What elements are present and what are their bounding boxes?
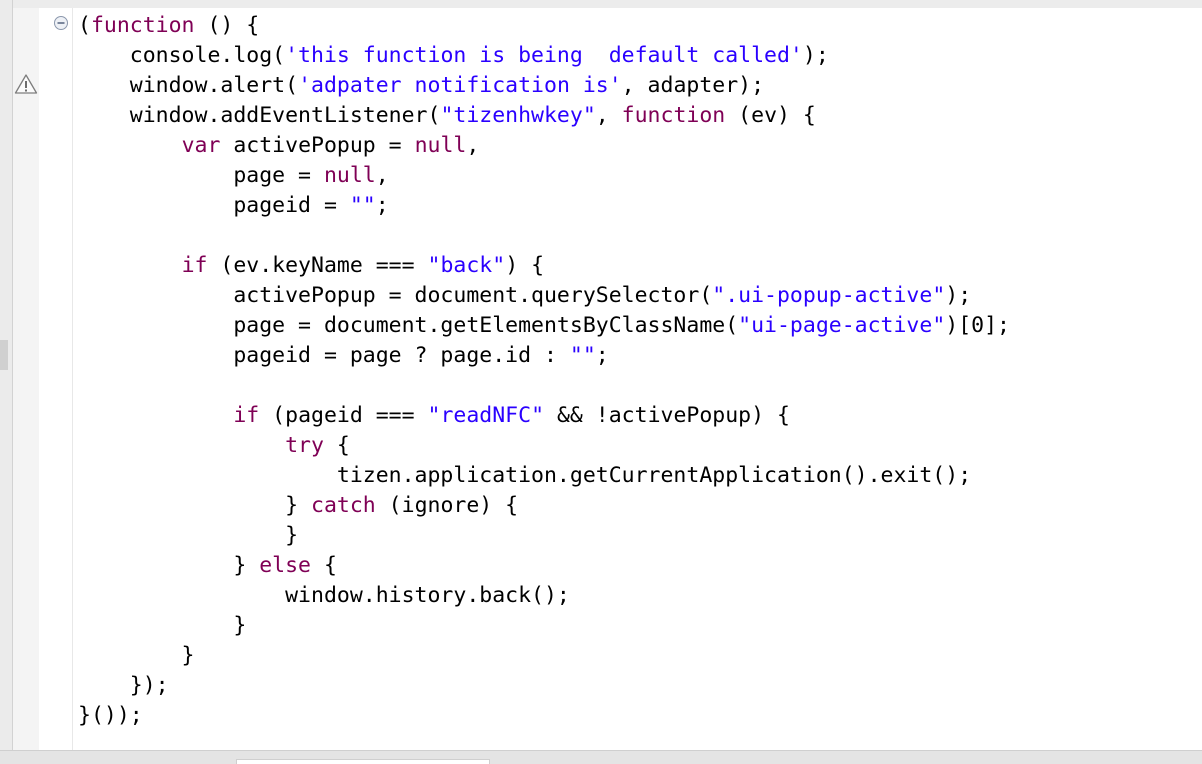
code-token: page = document.getElementsByClassName(: [78, 313, 739, 338]
code-line[interactable]: page = null,: [78, 161, 1010, 191]
code-line[interactable]: pageid = "";: [78, 191, 1010, 221]
code-line[interactable]: } catch (ignore) {: [78, 491, 1010, 521]
code-line[interactable]: [78, 371, 1010, 401]
code-line[interactable]: try {: [78, 431, 1010, 461]
code-line[interactable]: if (pageid === "readNFC" && !activePopup…: [78, 401, 1010, 431]
keyword-token: null: [414, 133, 467, 158]
code-line[interactable]: }());: [78, 701, 1010, 731]
fold-guide-line: [72, 8, 73, 750]
code-line[interactable]: console.log('this function is being defa…: [78, 41, 1010, 71]
string-token: 'adpater notification is': [298, 73, 622, 98]
bottom-panel-tab[interactable]: [236, 759, 490, 764]
code-token: (ignore) {: [375, 493, 519, 518]
code-token: }: [78, 553, 260, 578]
code-token: console.log(: [78, 43, 286, 68]
code-line[interactable]: if (ev.keyName === "back") {: [78, 251, 1010, 281]
keyword-token: catch: [311, 493, 376, 518]
code-token: ) {: [505, 253, 545, 278]
code-token: }: [78, 643, 195, 668]
code-token: ;: [595, 343, 609, 368]
string-token: "ui-page-active": [738, 313, 946, 338]
keyword-token: function: [90, 13, 195, 38]
code-line[interactable]: pageid = page ? page.id : "";: [78, 341, 1010, 371]
code-token: }());: [78, 703, 143, 728]
code-line[interactable]: var activePopup = null,: [78, 131, 1010, 161]
code-token: pageid = page ? page.id :: [78, 343, 570, 368]
code-line[interactable]: window.history.back();: [78, 581, 1010, 611]
string-token: "": [349, 193, 376, 218]
code-token: window.addEventListener(: [78, 103, 441, 128]
keyword-token: try: [285, 433, 324, 458]
code-token: );: [945, 283, 972, 308]
code-token: pageid =: [78, 193, 350, 218]
code-token: (ev.keyName ===: [207, 253, 428, 278]
keyword-token: else: [259, 553, 311, 578]
left-edge-marker: [0, 340, 8, 370]
code-token: )[0];: [945, 313, 1010, 338]
left-panel-edge: [0, 0, 13, 764]
code-line[interactable]: page = document.getElementsByClassName("…: [78, 311, 1010, 341]
code-token: {: [323, 433, 350, 458]
editor-top-border: [0, 0, 1202, 8]
string-token: ".ui-popup-active": [712, 283, 946, 308]
code-line[interactable]: } else {: [78, 551, 1010, 581]
code-token: tizen.application.getCurrentApplication(…: [78, 463, 972, 488]
code-token: window.history.back();: [78, 583, 570, 608]
code-editor-window: (function () { console.log('this functio…: [0, 0, 1202, 764]
string-token: "tizenhwkey": [440, 103, 596, 128]
code-token: });: [78, 673, 169, 698]
code-token: }: [78, 523, 299, 548]
keyword-token: var: [181, 133, 221, 158]
collapse-minus-icon[interactable]: [53, 15, 69, 31]
code-line[interactable]: activePopup = document.querySelector(".u…: [78, 281, 1010, 311]
code-token: ,: [375, 163, 389, 188]
code-line[interactable]: [78, 221, 1010, 251]
code-line[interactable]: }: [78, 641, 1010, 671]
code-token: activePopup = document.querySelector(: [78, 283, 713, 308]
code-token: page =: [78, 163, 324, 188]
string-token: "back": [427, 253, 506, 278]
keyword-token: null: [323, 163, 376, 188]
code-line[interactable]: window.alert('adpater notification is', …: [78, 71, 1010, 101]
code-line[interactable]: }: [78, 521, 1010, 551]
code-token: ,: [466, 133, 480, 158]
bottom-panel-bar: [0, 750, 1202, 764]
keyword-token: function: [621, 103, 726, 128]
code-token: activePopup =: [220, 133, 415, 158]
code-token: ,: [595, 103, 622, 128]
code-token: (: [78, 13, 91, 38]
code-token: }: [78, 493, 311, 518]
code-line[interactable]: window.addEventListener("tizenhwkey", fu…: [78, 101, 1010, 131]
code-token: (pageid ===: [259, 403, 428, 428]
code-line[interactable]: (function () {: [78, 11, 1010, 41]
code-token: (ev) {: [725, 103, 816, 128]
warning-triangle-icon[interactable]: [14, 73, 38, 95]
code-line[interactable]: }: [78, 611, 1010, 641]
string-token: "readNFC": [427, 403, 545, 428]
code-token: {: [311, 553, 337, 578]
code-token: , adapter);: [621, 73, 765, 98]
keyword-token: if: [233, 403, 260, 428]
code-line[interactable]: });: [78, 671, 1010, 701]
editor-gutter[interactable]: [13, 8, 39, 750]
code-token: }: [78, 613, 247, 638]
code-token: && !activePopup) {: [544, 403, 790, 428]
code-line[interactable]: tizen.application.getCurrentApplication(…: [78, 461, 1010, 491]
string-token: 'this function is being default called': [285, 43, 803, 68]
keyword-token: if: [181, 253, 208, 278]
code-token: window.alert(: [78, 73, 299, 98]
string-token: "": [569, 343, 596, 368]
source-code[interactable]: (function () { console.log('this functio…: [78, 11, 1010, 731]
code-token: () {: [194, 13, 260, 38]
code-token: ;: [375, 193, 389, 218]
code-token: );: [802, 43, 829, 68]
